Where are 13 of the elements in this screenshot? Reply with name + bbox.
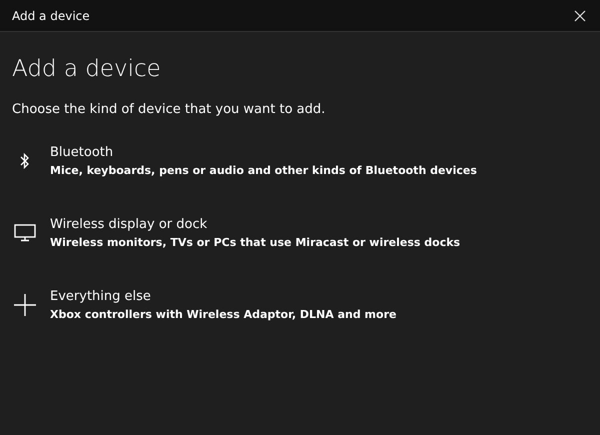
option-description: Xbox controllers with Wireless Adaptor, DLNA and more bbox=[50, 308, 396, 321]
option-description: Wireless monitors, TVs or PCs that use Miracast or wireless docks bbox=[50, 236, 460, 249]
page-heading: Add a device bbox=[12, 56, 162, 82]
option-title[interactable]: Wireless display or dock bbox=[50, 217, 460, 232]
bluetooth-icon bbox=[20, 152, 30, 170]
monitor-icon bbox=[14, 224, 36, 242]
plus-icon bbox=[14, 294, 36, 316]
close-icon bbox=[574, 10, 586, 22]
instruction-text: Choose the kind of device that you want to add. bbox=[12, 102, 326, 117]
window-title: Add a device bbox=[12, 8, 90, 22]
option-title[interactable]: Bluetooth bbox=[50, 145, 477, 160]
option-description: Mice, keyboards, pens or audio and other kinds of Bluetooth devices bbox=[50, 164, 477, 177]
option-title[interactable]: Everything else bbox=[50, 289, 396, 304]
